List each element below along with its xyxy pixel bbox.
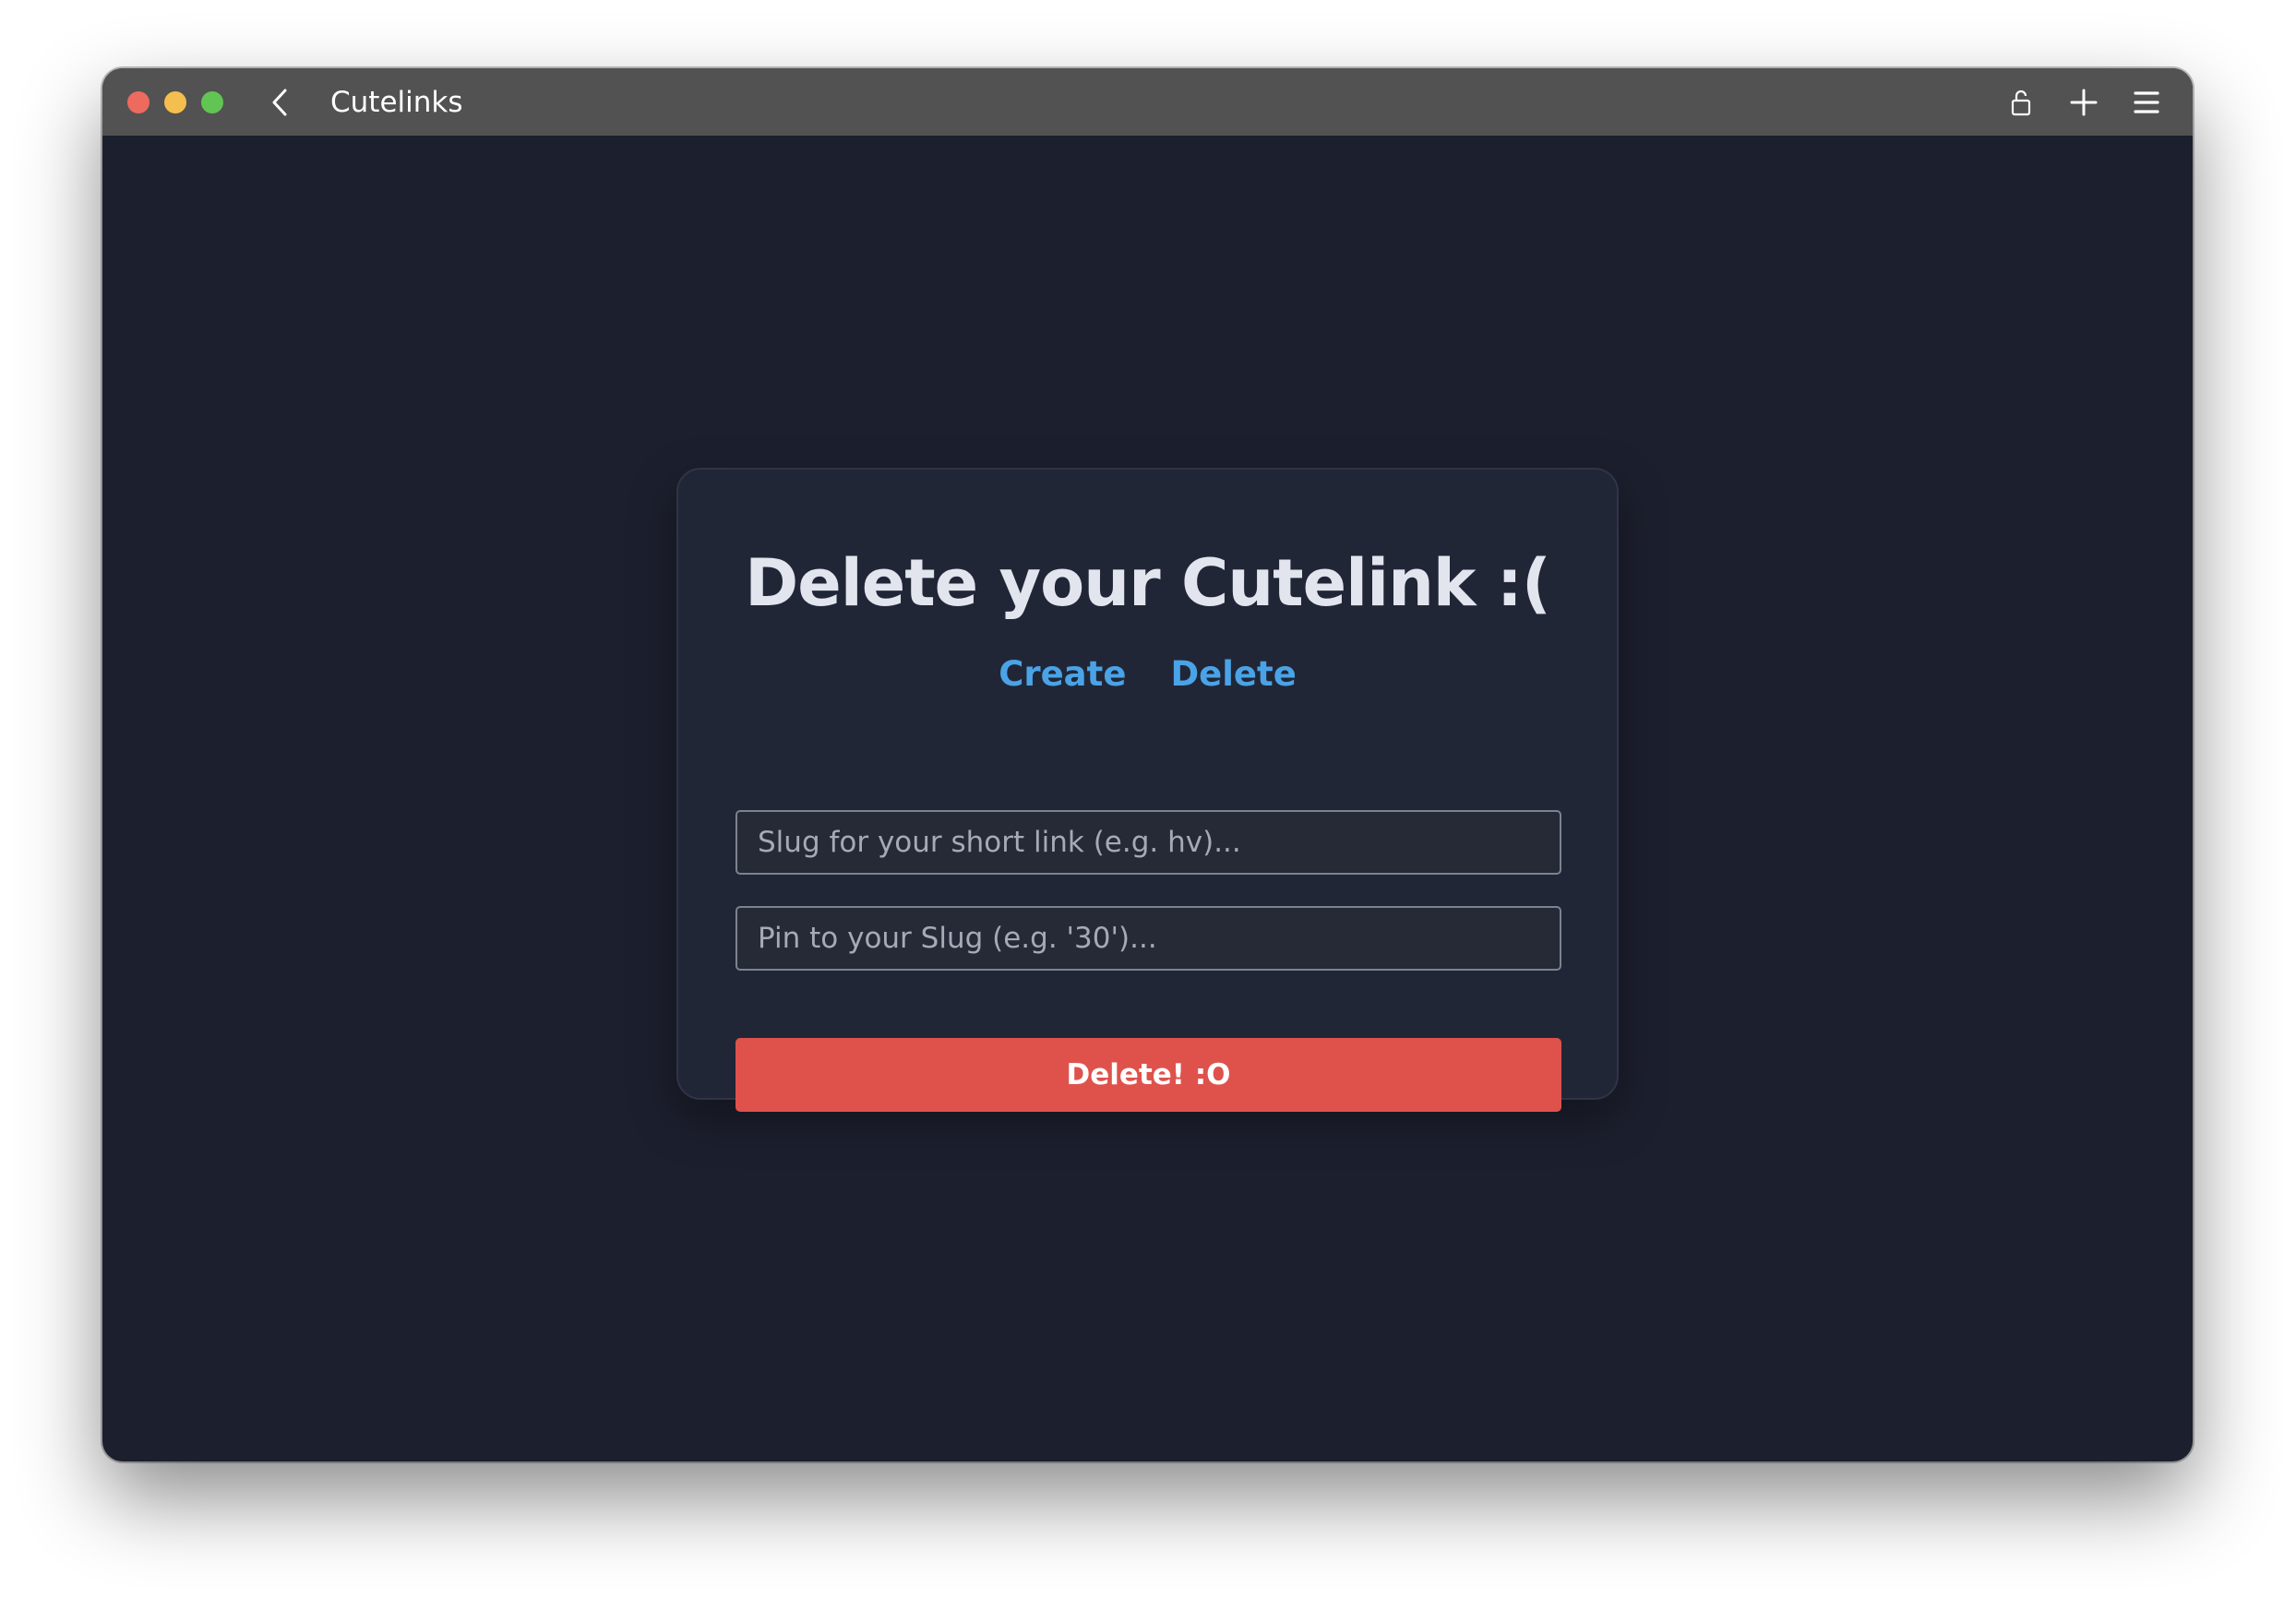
- nav-links: Create Delete: [678, 654, 1617, 694]
- browser-window: Cutelinks Delete your Cutelink:(Create…: [102, 68, 2193, 1461]
- menu-button[interactable]: [2128, 84, 2165, 121]
- close-window-button[interactable]: [127, 90, 149, 113]
- new-tab-button[interactable]: [2065, 84, 2102, 121]
- create-link[interactable]: Create: [999, 654, 1126, 694]
- hamburger-menu-icon: [2134, 90, 2159, 113]
- title-bar: Cutelinks: [102, 68, 2193, 136]
- delete-link[interactable]: Delete: [1170, 654, 1296, 694]
- plus-icon: [2070, 89, 2098, 115]
- maximize-window-button[interactable]: [201, 90, 223, 113]
- delete-button[interactable]: Delete! :O: [735, 1038, 1561, 1112]
- window-controls: [127, 90, 238, 113]
- page-title: Delete your Cutelink :(: [745, 545, 1551, 621]
- lock-button[interactable]: [2003, 84, 2039, 121]
- slug-input[interactable]: [735, 810, 1561, 875]
- title-bar-actions: [1977, 68, 2165, 136]
- window-title: Cutelinks: [330, 85, 463, 119]
- chevron-left-icon: [272, 89, 287, 115]
- delete-card: Delete your Cutelink :( Create Delete De…: [676, 468, 1619, 1112]
- minimize-window-button[interactable]: [164, 90, 186, 113]
- unlock-icon: [2011, 89, 2031, 115]
- back-button[interactable]: [266, 84, 293, 121]
- pin-input[interactable]: [735, 906, 1561, 971]
